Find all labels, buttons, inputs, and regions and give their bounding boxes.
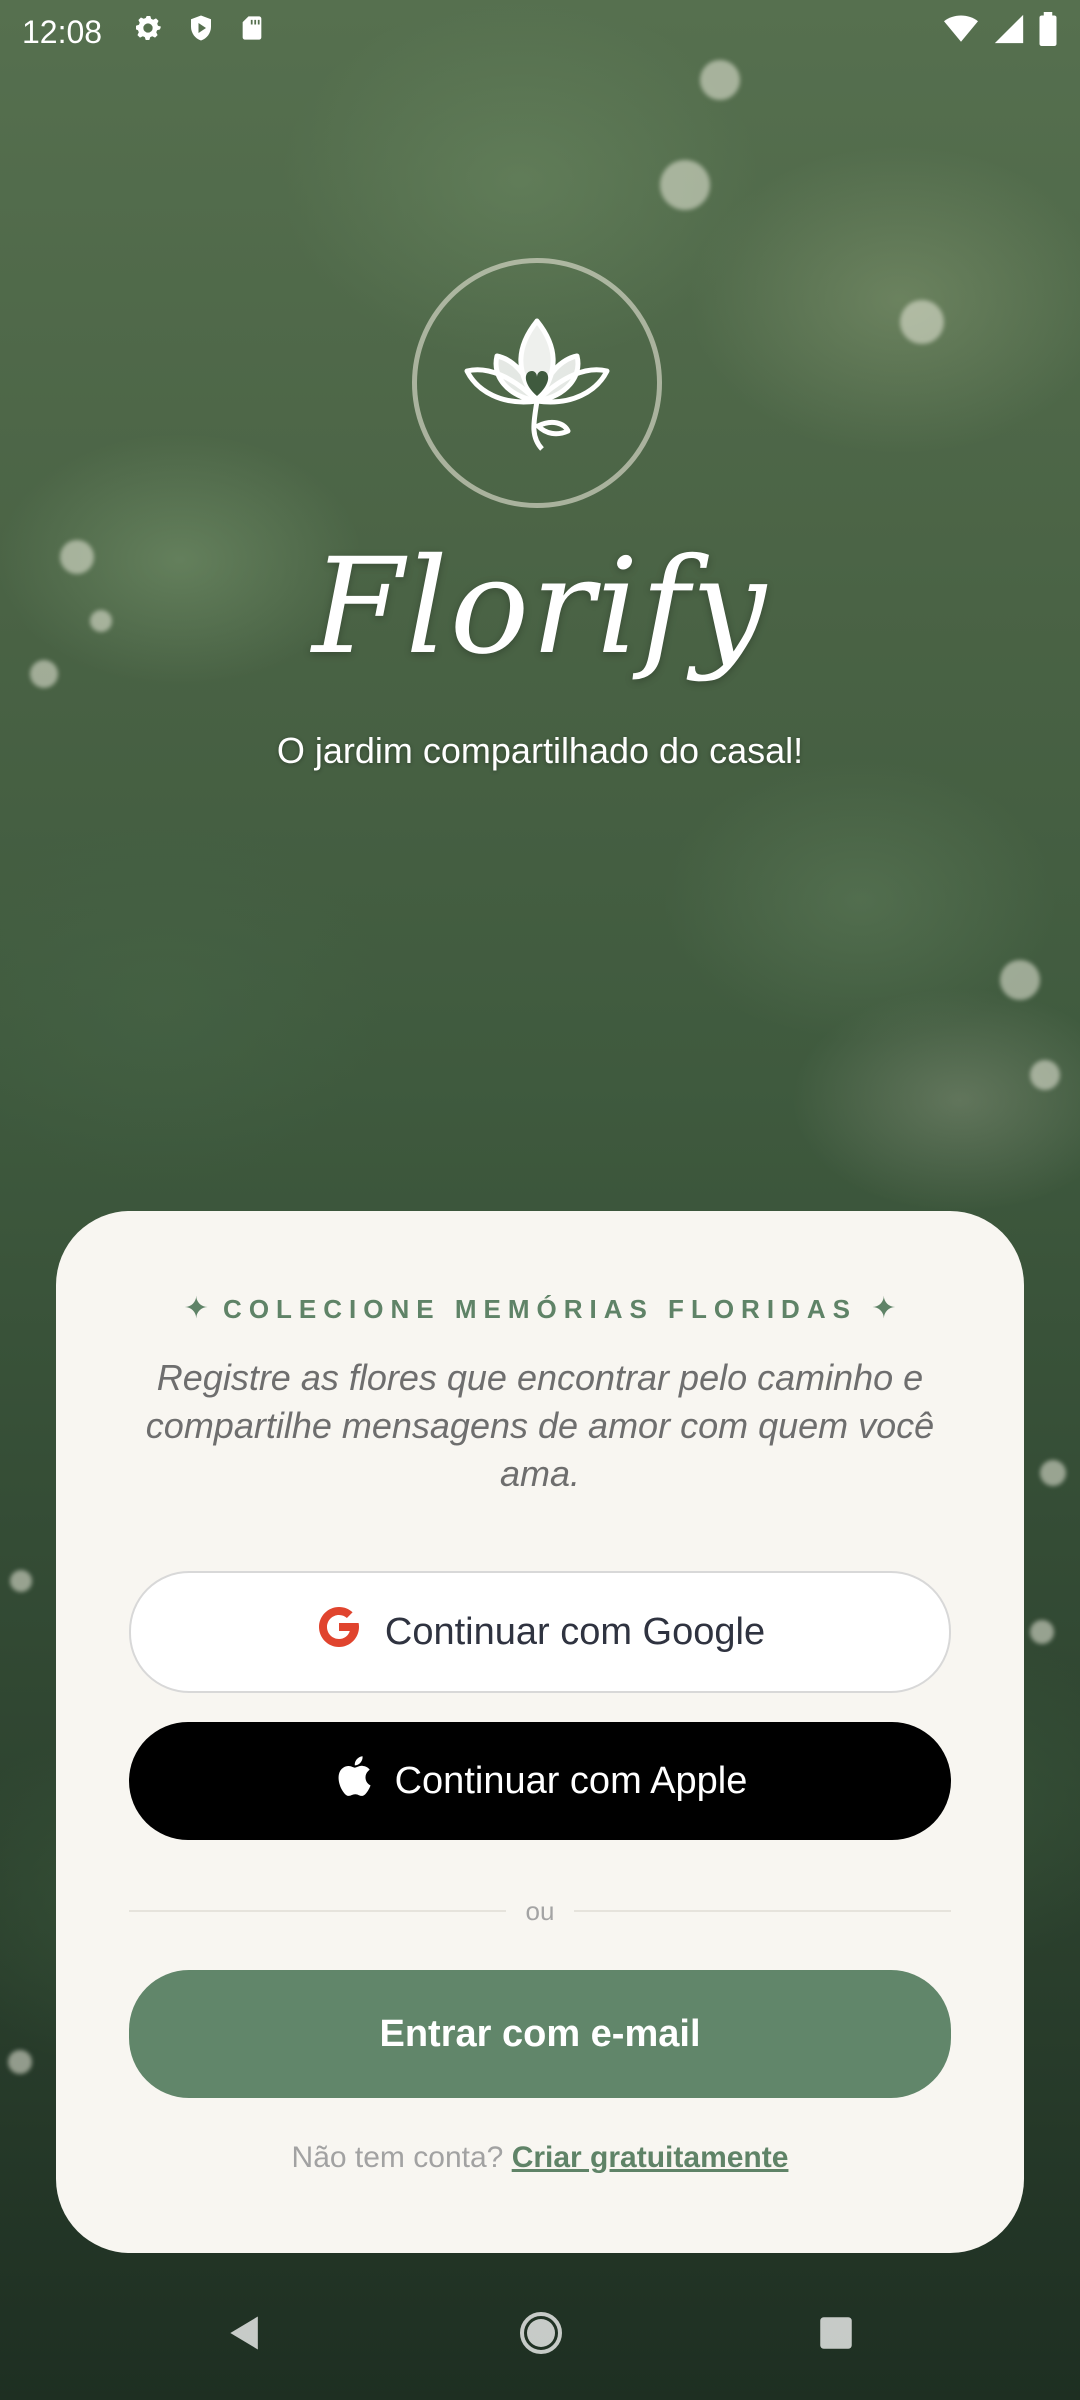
- bokeh-dot: [700, 60, 740, 100]
- kicker-text: COLECIONE MEMÓRIAS FLORIDAS: [223, 1294, 857, 1324]
- battery-icon: [1038, 12, 1058, 54]
- sd-card-icon: [238, 12, 266, 52]
- status-bar: 12:08: [0, 0, 1080, 64]
- divider-line: [574, 1910, 952, 1912]
- bokeh-dot: [900, 300, 944, 344]
- back-icon[interactable]: [223, 2310, 267, 2361]
- signup-row: Não tem conta? Criar gratuitamente: [56, 2141, 1024, 2175]
- apple-button-label: Continuar com Apple: [394, 1759, 748, 1802]
- divider-text: ou: [525, 1895, 555, 1926]
- status-time: 12:08: [22, 13, 103, 50]
- email-signin-button[interactable]: Entrar com e-mail: [129, 1970, 951, 2098]
- settings-icon: [132, 12, 164, 52]
- lotus-heart-icon: [452, 301, 622, 466]
- sparkle-icon: ✦: [871, 1292, 897, 1325]
- card-description: Registre as flores que encontrar pelo ca…: [145, 1357, 935, 1494]
- shield-play-icon: [186, 12, 216, 52]
- card-kicker: ✦ COLECIONE MEMÓRIAS FLORIDAS ✦: [56, 1291, 1024, 1326]
- app-logo: [412, 258, 662, 508]
- bokeh-dot: [660, 160, 710, 210]
- google-signin-button[interactable]: Continuar com Google: [129, 1571, 951, 1693]
- bokeh-dot: [1040, 1460, 1066, 1486]
- bokeh-dot: [8, 2050, 32, 2074]
- or-divider: ou: [129, 1891, 952, 1931]
- bokeh-dot: [1000, 960, 1040, 1000]
- signal-icon: [992, 12, 1026, 54]
- signup-link[interactable]: Criar gratuitamente: [512, 2141, 789, 2174]
- bokeh-dot: [1030, 1620, 1054, 1644]
- sparkle-icon: ✦: [183, 1292, 209, 1325]
- google-icon: [315, 1603, 363, 1661]
- apple-signin-button[interactable]: Continuar com Apple: [129, 1722, 951, 1840]
- email-button-label: Entrar com e-mail: [379, 2012, 701, 2055]
- navigation-bar: [0, 2270, 1080, 2400]
- signup-prompt: Não tem conta?: [291, 2141, 504, 2174]
- apple-icon: [333, 1753, 373, 1809]
- divider-line: [129, 1910, 506, 1912]
- bokeh-dot: [1030, 1060, 1060, 1090]
- bokeh-dot: [10, 1570, 32, 1592]
- login-card: ✦ COLECIONE MEMÓRIAS FLORIDAS ✦ Registre…: [56, 1211, 1024, 2253]
- app-tagline: O jardim compartilhado do casal!: [276, 730, 804, 771]
- wifi-icon: [942, 12, 980, 54]
- app-name: Florify: [311, 530, 769, 684]
- google-button-label: Continuar com Google: [384, 1610, 766, 1653]
- home-icon[interactable]: [517, 2309, 565, 2362]
- recents-icon[interactable]: [815, 2312, 857, 2359]
